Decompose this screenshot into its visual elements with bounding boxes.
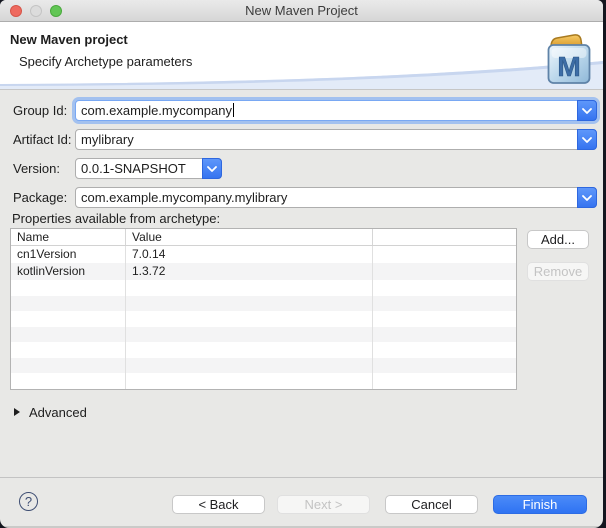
group-id-combo[interactable]: com.example.mycompany: [75, 100, 597, 121]
text-cursor: [233, 103, 234, 117]
package-label: Package:: [13, 190, 68, 205]
version-dropdown-button[interactable]: [202, 158, 222, 179]
version-combo[interactable]: 0.0.1-SNAPSHOT: [75, 158, 222, 179]
column-header-value[interactable]: Value: [126, 229, 373, 245]
back-button[interactable]: < Back: [172, 495, 265, 514]
help-button[interactable]: ?: [19, 492, 38, 511]
window-title: New Maven Project: [245, 3, 358, 18]
next-button: Next >: [277, 495, 370, 514]
finish-button[interactable]: Finish: [493, 495, 587, 514]
table-row-empty: [11, 373, 516, 390]
remove-button: Remove: [527, 262, 589, 281]
title-bar[interactable]: New Maven Project: [0, 0, 603, 22]
advanced-disclosure[interactable]: Advanced: [14, 404, 87, 420]
properties-table[interactable]: Name Value cn1Version 7.0.14 kotlinVersi…: [10, 228, 517, 390]
artifact-id-combo[interactable]: mylibrary: [75, 129, 597, 150]
table-header-row: Name Value: [11, 229, 516, 246]
new-maven-project-dialog: New Maven Project New Maven project Spec…: [0, 0, 603, 528]
close-button[interactable]: [10, 5, 22, 17]
artifact-id-value[interactable]: mylibrary: [76, 130, 577, 149]
zoom-button[interactable]: [50, 5, 62, 17]
package-combo[interactable]: com.example.mycompany.mylibrary: [75, 187, 597, 208]
add-button[interactable]: Add...: [527, 230, 589, 249]
advanced-label: Advanced: [29, 404, 87, 420]
package-dropdown-button[interactable]: [577, 187, 597, 208]
chevron-down-icon: [207, 165, 217, 172]
property-value[interactable]: 1.3.72: [126, 263, 373, 280]
table-row-empty: [11, 342, 516, 358]
artifact-id-label: Artifact Id:: [13, 132, 72, 147]
group-id-label: Group Id:: [13, 103, 68, 118]
cancel-button[interactable]: Cancel: [385, 495, 478, 514]
button-bar: ? < Back Next > Cancel Finish: [0, 477, 603, 528]
page-title: New Maven project: [10, 32, 128, 47]
column-header-empty[interactable]: [373, 229, 516, 245]
column-header-name[interactable]: Name: [11, 229, 126, 245]
minimize-button: [30, 5, 42, 17]
package-value[interactable]: com.example.mycompany.mylibrary: [76, 188, 577, 207]
page-subtitle: Specify Archetype parameters: [19, 54, 193, 69]
group-id-value[interactable]: com.example.mycompany: [76, 101, 577, 120]
chevron-down-icon: [582, 107, 592, 114]
wizard-banner: New Maven project Specify Archetype para…: [0, 22, 603, 90]
table-row-empty: [11, 311, 516, 327]
properties-label: Properties available from archetype:: [12, 211, 221, 226]
svg-text:M: M: [557, 51, 580, 82]
chevron-down-icon: [582, 136, 592, 143]
artifact-id-dropdown-button[interactable]: [577, 129, 597, 150]
table-row-empty: [11, 280, 516, 296]
version-value[interactable]: 0.0.1-SNAPSHOT: [76, 159, 202, 178]
chevron-down-icon: [582, 194, 592, 201]
disclosure-triangle-icon: [14, 408, 20, 416]
maven-folder-icon: M: [547, 34, 591, 84]
group-id-dropdown-button[interactable]: [577, 100, 597, 121]
table-row[interactable]: cn1Version 7.0.14: [11, 246, 516, 263]
version-label: Version:: [13, 161, 60, 176]
property-name[interactable]: kotlinVersion: [11, 263, 126, 280]
table-row-empty: [11, 295, 516, 312]
table-row-empty: [11, 326, 516, 343]
table-row-empty: [11, 357, 516, 374]
property-name[interactable]: cn1Version: [11, 246, 126, 263]
property-value[interactable]: 7.0.14: [126, 246, 373, 263]
table-row[interactable]: kotlinVersion 1.3.72: [11, 263, 516, 280]
